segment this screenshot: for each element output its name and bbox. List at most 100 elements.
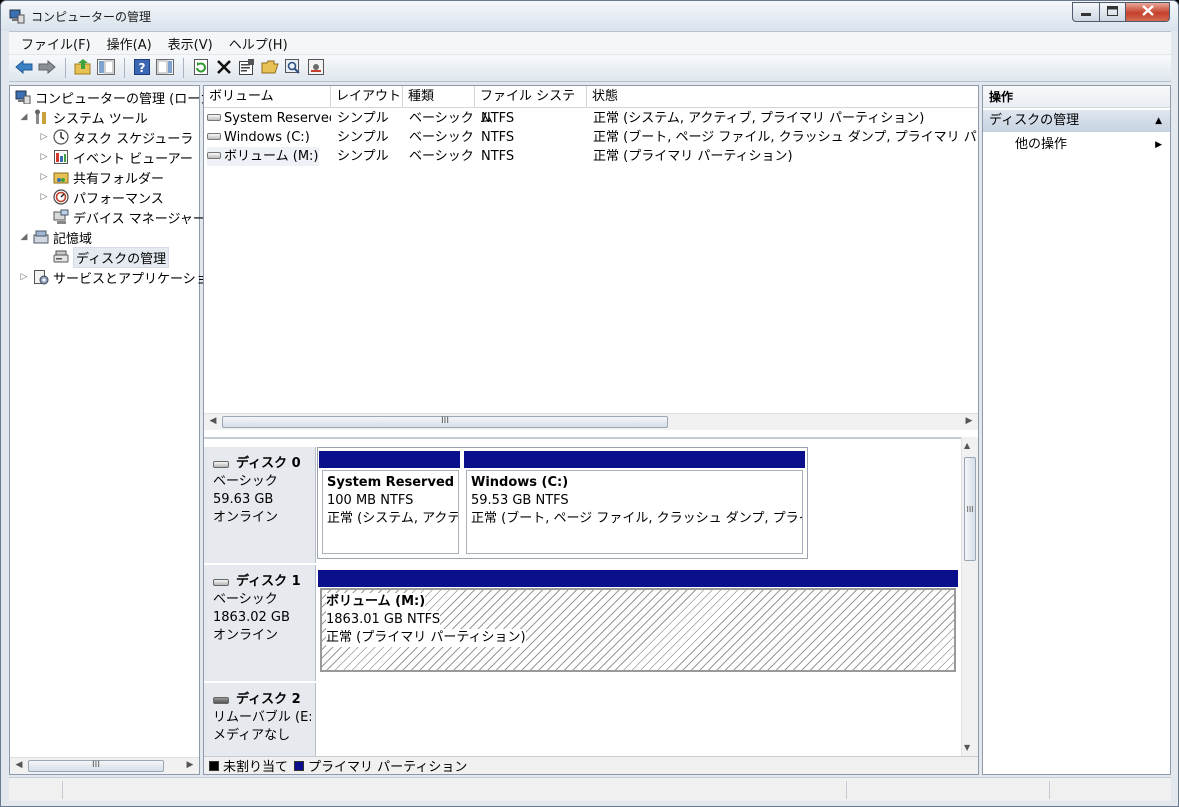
expand-arrow-icon[interactable]: ▷ [38, 172, 50, 182]
scroll-down-icon[interactable]: ▼ [964, 743, 970, 752]
expand-arrow-icon[interactable]: ▷ [38, 132, 50, 142]
volume-type: ベーシック [409, 149, 474, 164]
scrollbar-thumb[interactable]: III [222, 416, 668, 428]
open-folder-button[interactable] [259, 57, 281, 79]
collapse-arrow-icon[interactable]: ◢ [18, 112, 30, 122]
volume-row[interactable]: Windows (C:) シンプル ベーシック NTFS 正常 (ブート, ペー… [204, 128, 978, 147]
settings-button[interactable] [305, 57, 327, 79]
actions-more-actions[interactable]: 他の操作 ▶ [983, 134, 1170, 156]
title-bar: コンピューターの管理 [1, 1, 1178, 31]
actions-section-disk-management[interactable]: ディスクの管理 ▲ [983, 110, 1170, 132]
forward-button[interactable] [36, 57, 58, 79]
show-hide-tree-button[interactable] [95, 57, 117, 79]
toolbar: ? [9, 55, 1171, 82]
refresh-button[interactable] [190, 57, 212, 79]
clock-icon [52, 129, 70, 145]
tree-item-system-tools[interactable]: ◢ システム ツール [18, 107, 148, 127]
volume-icon [207, 133, 221, 140]
tree-item-services-applications[interactable]: ▷ サービスとアプリケーショ [18, 267, 209, 287]
graph-vertical-scrollbar[interactable]: ▲ III ▼ [961, 437, 978, 756]
minimize-button[interactable] [1072, 2, 1100, 22]
tree-item-storage[interactable]: ◢ 記憶域 [18, 227, 92, 247]
scroll-left-icon[interactable]: ◀ [12, 760, 26, 770]
tree-item-shared-folders[interactable]: ▷ 共有フォルダー [38, 167, 164, 187]
partition-volume-m[interactable]: ボリューム (M:) 1863.01 GB NTFS 正常 (プライマリ パーテ… [320, 588, 956, 672]
legend-swatch [209, 760, 219, 771]
partition-name: ボリューム (M:) [326, 593, 426, 611]
scrollbar-thumb[interactable]: III [964, 457, 976, 561]
disk-icon [213, 460, 229, 468]
column-header-layout[interactable]: レイアウト [331, 86, 403, 108]
tree-item-label: システム ツール [53, 111, 148, 127]
tree-item-performance[interactable]: ▷ パフォーマンス [38, 187, 164, 207]
menu-view[interactable]: 表示(V) [160, 34, 221, 53]
shared-folder-icon [52, 169, 70, 185]
column-header-volume[interactable]: ボリューム [204, 86, 331, 108]
legend-label: プライマリ パーティション [308, 760, 468, 775]
volume-list-horizontal-scrollbar[interactable]: ◀ III ▶ [204, 413, 978, 430]
column-header-status[interactable]: 状態 [587, 86, 978, 108]
maximize-button[interactable] [1100, 2, 1126, 22]
help-icon: ? [134, 58, 150, 78]
disk-icon [213, 578, 229, 586]
disk-2-label[interactable]: ディスク 2 リムーバブル (E:) メディアなし [204, 683, 316, 758]
delete-button[interactable] [213, 57, 235, 79]
menu-help[interactable]: ヘルプ(H) [221, 34, 296, 53]
volume-type: ベーシック [409, 111, 474, 126]
computer-management-window: コンピューターの管理 ファイル(F) 操作(A) 表示(V) ヘルプ(H) ? [0, 0, 1179, 807]
tree-item-device-manager[interactable]: デバイス マネージャー [50, 207, 206, 227]
disk-size: 59.63 GB [213, 492, 274, 507]
show-hide-action-pane-button[interactable] [154, 57, 176, 79]
expand-arrow-icon[interactable]: ▷ [38, 152, 50, 162]
partition-status: 正常 (システム, アクテ [327, 511, 459, 526]
scroll-right-icon[interactable]: ▶ [962, 416, 976, 426]
maximize-icon [1107, 5, 1118, 19]
tree-item-task-scheduler[interactable]: ▷ タスク スケジューラ [38, 127, 193, 147]
disk-1-label[interactable]: ディスク 1 ベーシック 1863.02 GB オンライン [204, 565, 316, 681]
search-button[interactable] [282, 57, 304, 79]
column-header-type[interactable]: 種類 [403, 86, 475, 108]
expand-arrow-icon[interactable]: ▷ [18, 272, 30, 282]
scroll-up-icon[interactable]: ▲ [964, 441, 970, 450]
tree-item-disk-management[interactable]: ディスクの管理 [50, 246, 170, 268]
computer-management-icon [14, 89, 32, 105]
delete-icon [217, 59, 231, 77]
event-viewer-icon [52, 149, 70, 165]
volume-icon [207, 152, 221, 159]
scrollbar-thumb[interactable]: III [28, 760, 164, 772]
column-header-file-system[interactable]: ファイル システム [475, 86, 587, 126]
computer-management-icon [9, 8, 25, 24]
volume-row[interactable]: ボリューム (M:) シンプル ベーシック NTFS 正常 (プライマリ パーテ… [204, 147, 978, 166]
tree-horizontal-scrollbar[interactable]: ◀ III ▶ [10, 757, 199, 774]
collapse-up-icon[interactable]: ▲ [1155, 110, 1162, 132]
volume-status: 正常 (システム, アクティブ, プライマリ パーティション) [593, 111, 925, 126]
toolbar-separator [65, 58, 66, 78]
help-button[interactable]: ? [131, 57, 153, 79]
tree-item-event-viewer[interactable]: ▷ イベント ビューアー [38, 147, 193, 167]
menu-file[interactable]: ファイル(F) [13, 34, 99, 53]
volume-icon [207, 114, 221, 121]
up-one-level-button[interactable] [72, 57, 94, 79]
menu-action[interactable]: 操作(A) [99, 34, 160, 53]
tree-item-root[interactable]: コンピューターの管理 (ローカ [12, 87, 213, 107]
disk-state: メディアなし [213, 728, 291, 743]
back-icon [15, 59, 33, 77]
disk-state: オンライン [213, 628, 279, 643]
window-title: コンピューターの管理 [31, 10, 152, 24]
expand-arrow-icon[interactable]: ▷ [38, 192, 50, 202]
collapse-arrow-icon[interactable]: ◢ [18, 232, 30, 242]
volume-name: System Reserved [224, 111, 331, 126]
disk-0-label[interactable]: ディスク 0 ベーシック 59.63 GB オンライン [204, 447, 316, 563]
partition-windows-c[interactable]: Windows (C:) 59.53 GB NTFS 正常 (ブート, ページ … [466, 470, 803, 554]
primary-partition-bar [318, 570, 958, 587]
search-icon [285, 58, 301, 78]
properties-button[interactable] [236, 57, 258, 79]
scroll-right-icon[interactable]: ▶ [183, 760, 197, 770]
volume-file-system: NTFS [481, 130, 515, 145]
close-button[interactable] [1126, 2, 1170, 22]
volume-row[interactable]: System Reserved シンプル ベーシック NTFS 正常 (システム… [204, 109, 978, 128]
status-divider [1049, 781, 1050, 799]
partition-system-reserved[interactable]: System Reserved 100 MB NTFS 正常 (システム, アク… [322, 470, 459, 554]
back-button[interactable] [13, 57, 35, 79]
scroll-left-icon[interactable]: ◀ [206, 416, 220, 426]
